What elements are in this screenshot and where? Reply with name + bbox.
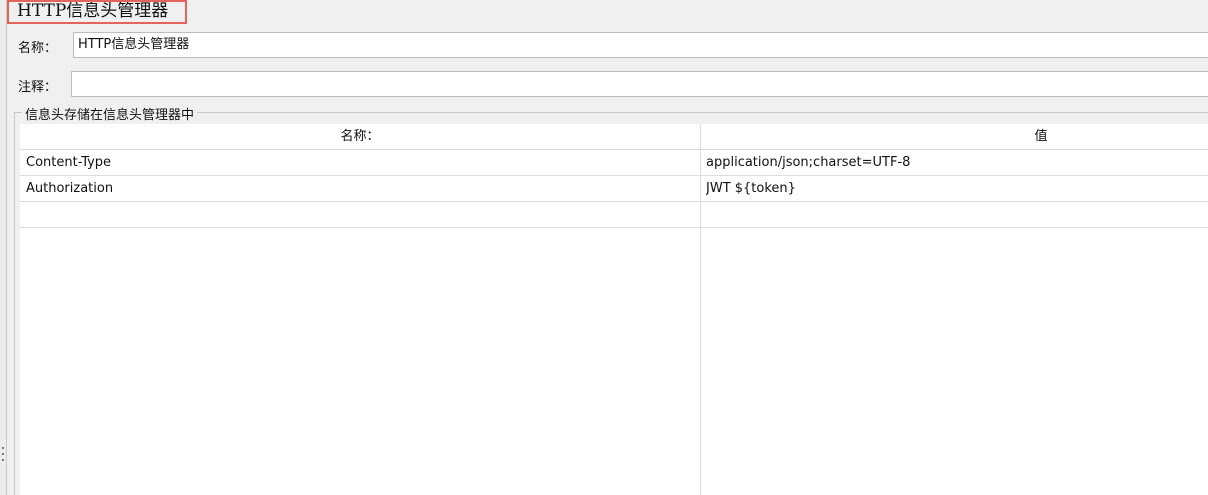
header-name-cell[interactable]	[26, 202, 694, 227]
table-row[interactable]: Authorization JWT ${token}	[20, 176, 1208, 202]
name-label: 名称：	[18, 41, 58, 56]
table-row[interactable]	[20, 202, 1208, 228]
column-header-value[interactable]: 值	[701, 124, 1208, 149]
headers-group-title: 信息头存储在信息头管理器中	[22, 104, 198, 123]
headers-table[interactable]: 名称： 值 Content-Type application/json;char…	[20, 124, 1208, 495]
left-splitter[interactable]	[0, 0, 7, 495]
table-header: 名称： 值	[20, 124, 1208, 150]
group-border-left	[14, 112, 15, 495]
header-value-cell[interactable]	[706, 202, 1206, 227]
header-value-cell[interactable]: application/json;charset=UTF-8	[706, 150, 1206, 175]
header-name-cell[interactable]: Content-Type	[26, 150, 694, 175]
comment-input[interactable]	[71, 71, 1208, 97]
header-value-cell[interactable]: JWT ${token}	[706, 176, 1206, 201]
column-divider[interactable]	[700, 124, 701, 495]
comment-label: 注释：	[18, 80, 58, 95]
drag-handle-icon[interactable]	[1, 447, 5, 461]
table-row[interactable]: Content-Type application/json;charset=UT…	[20, 150, 1208, 176]
header-name-cell[interactable]: Authorization	[26, 176, 694, 201]
page-title: HTTP信息头管理器	[7, 0, 187, 24]
column-header-name[interactable]: 名称：	[20, 124, 700, 149]
name-input[interactable]: HTTP信息头管理器	[73, 32, 1208, 58]
